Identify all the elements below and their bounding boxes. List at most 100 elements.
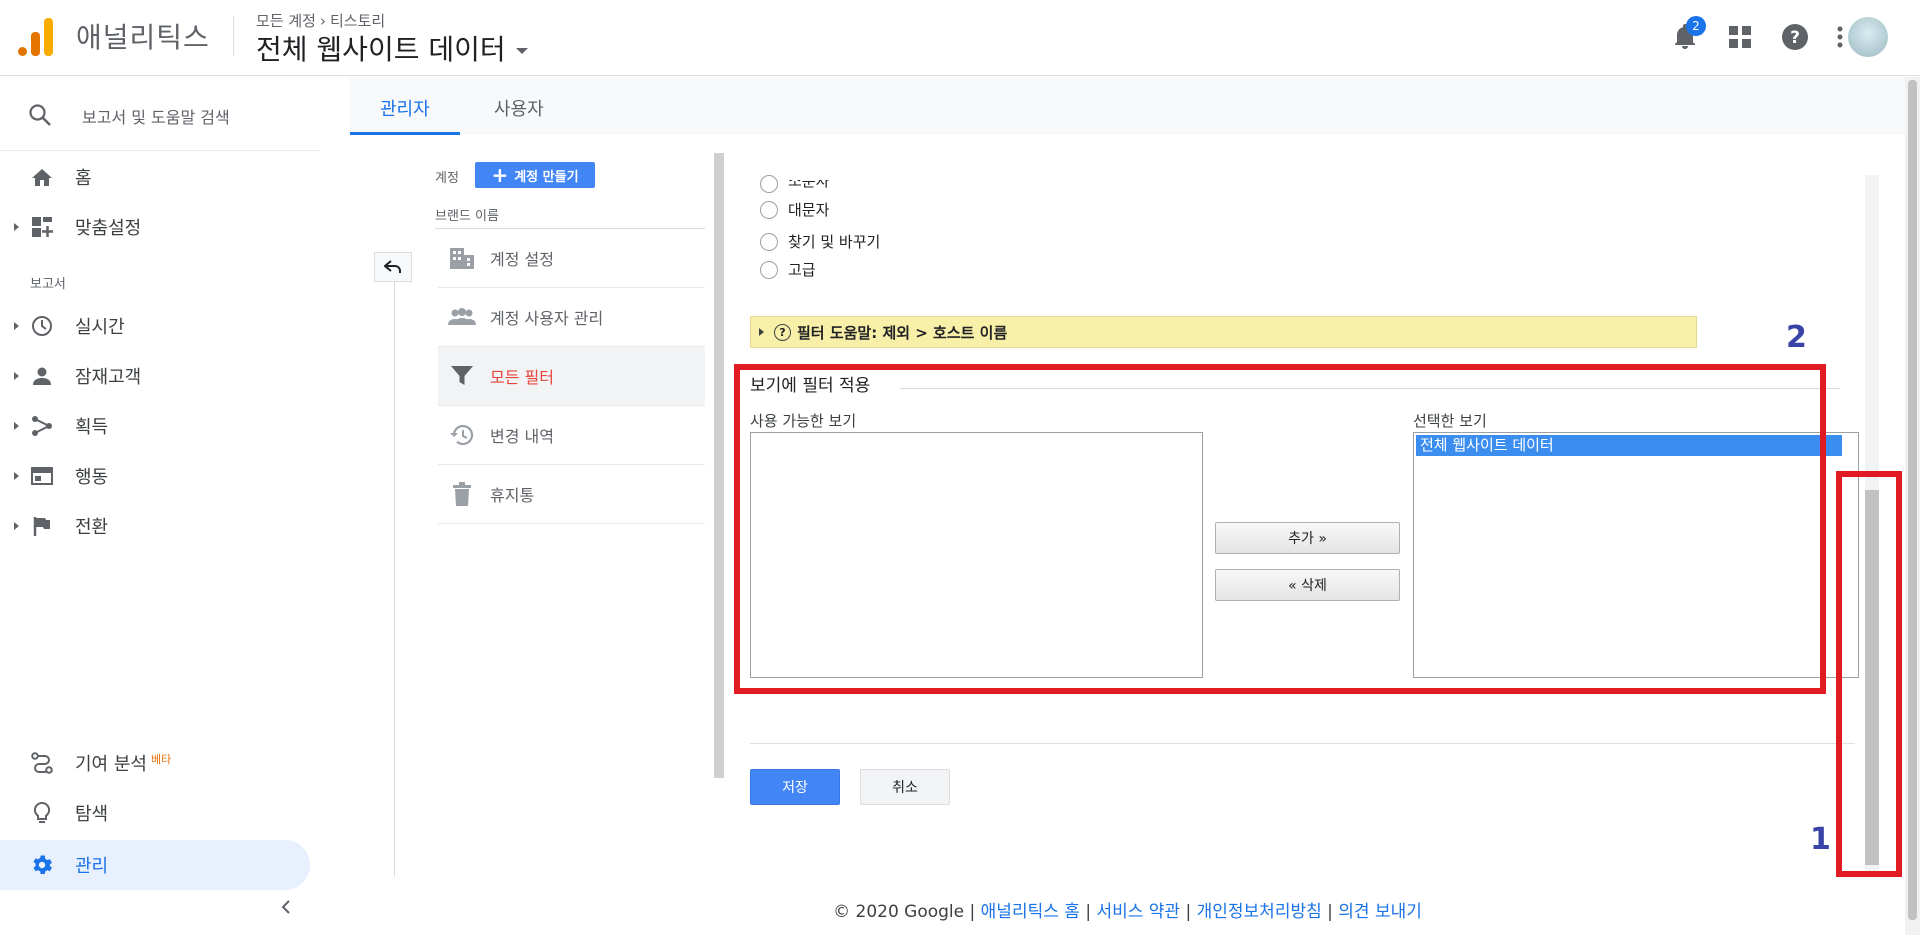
sidebar-item-label: 실시간 <box>75 317 125 338</box>
sidebar-item-discover[interactable]: 탐색 <box>0 788 310 838</box>
sidebar-item-label: 맞춤설정 <box>75 218 142 239</box>
radio-advanced[interactable]: 고급 <box>760 259 816 280</box>
search-label: 보고서 및 도움말 검색 <box>82 108 230 127</box>
radio-button[interactable] <box>760 200 778 219</box>
menu-item-label: 계정 사용자 관리 <box>490 309 604 328</box>
annotation-number-2: 2 <box>1786 320 1807 355</box>
menu-trash[interactable]: 휴지통 <box>438 465 705 524</box>
annotation-number-1: 1 <box>1810 822 1831 857</box>
question-icon: ? <box>774 323 791 341</box>
filter-icon <box>448 362 476 390</box>
sidebar-item-behavior[interactable]: 행동 <box>0 451 310 501</box>
footer-link-privacy[interactable]: 개인정보처리방침 <box>1197 902 1322 922</box>
tab-admin[interactable]: 관리자 <box>350 77 460 135</box>
expand-arrow-icon <box>14 472 19 480</box>
notification-badge: 2 <box>1686 16 1706 36</box>
expand-arrow-icon <box>14 422 19 430</box>
radio-button[interactable] <box>760 260 778 279</box>
create-account-button[interactable]: + 계정 만들기 <box>475 162 595 188</box>
reports-section-label: 보고서 <box>30 277 66 292</box>
tree-line <box>394 282 395 877</box>
svg-text:?: ? <box>1790 28 1800 48</box>
radio-button[interactable] <box>760 175 778 193</box>
tab-user[interactable]: 사용자 <box>464 77 574 135</box>
annotation-box-1 <box>1836 471 1902 877</box>
back-button[interactable] <box>374 252 412 282</box>
person-icon <box>30 364 54 388</box>
view-selector[interactable]: 전체 웹사이트 데이터 <box>256 28 528 68</box>
sidebar-item-home[interactable]: 홈 <box>0 152 310 202</box>
back-arrow-icon <box>384 260 401 273</box>
help-button[interactable]: ? <box>1780 22 1810 52</box>
notifications-button[interactable]: 2 <box>1670 16 1706 52</box>
form-divider <box>750 743 1855 744</box>
app-name: 애널리틱스 <box>76 21 210 54</box>
cancel-button[interactable]: 취소 <box>860 769 950 805</box>
radio-uppercase[interactable]: 대문자 <box>760 199 829 220</box>
sidebar-search[interactable]: 보고서 및 도움말 검색 <box>0 77 320 151</box>
radio-label: 대문자 <box>788 201 830 219</box>
radio-find-replace[interactable]: 찾기 및 바꾸기 <box>760 231 880 252</box>
help-icon: ? <box>1782 24 1808 50</box>
expand-arrow-icon <box>14 522 19 530</box>
gear-icon <box>30 853 54 877</box>
trash-icon <box>448 480 476 508</box>
lightbulb-icon <box>30 801 54 825</box>
page-scrollbar-thumb[interactable] <box>1908 80 1917 920</box>
filter-help-text: 필터 도움말: 제외 > 호스트 이름 <box>797 323 1008 342</box>
apps-button[interactable] <box>1725 22 1755 52</box>
menu-item-label: 휴지통 <box>490 486 535 505</box>
plus-icon: + <box>491 163 509 187</box>
acquisition-icon <box>30 414 54 438</box>
sidebar-item-label: 잠재고객 <box>75 367 142 388</box>
sidebar-item-label: 탐색 <box>75 804 109 825</box>
footer-link-home[interactable]: 애널리틱스 홈 <box>981 902 1080 922</box>
copyright: © 2020 Google <box>833 902 965 922</box>
sidebar-item-attribution[interactable]: 기여 분석 베타 <box>0 738 310 788</box>
sidebar-item-label: 기여 분석 베타 <box>75 753 172 775</box>
sidebar-item-acquisition[interactable]: 획득 <box>0 401 310 451</box>
menu-item-label: 변경 내역 <box>490 427 554 446</box>
analytics-logo-icon[interactable] <box>18 18 54 56</box>
building-icon <box>448 244 476 272</box>
footer-separator: | <box>1327 902 1333 922</box>
menu-item-label: 계정 설정 <box>490 250 554 269</box>
radio-lowercase[interactable]: 소문자 <box>760 175 829 193</box>
footer-link-feedback[interactable]: 의견 보내기 <box>1338 902 1422 922</box>
sidebar-item-label: 획득 <box>75 417 109 438</box>
menu-all-filters[interactable]: 모든 필터 <box>438 347 705 406</box>
expand-arrow-icon <box>759 328 764 336</box>
footer-link-terms[interactable]: 서비스 약관 <box>1096 902 1180 922</box>
menu-item-label: 모든 필터 <box>490 368 554 387</box>
sidebar: 보고서 및 도움말 검색 홈 맞춤설정 보고서 실시간 잠재고객 획득 행동 전… <box>0 77 320 935</box>
people-icon <box>448 303 476 331</box>
save-button[interactable]: 저장 <box>750 769 840 805</box>
chevron-left-icon <box>281 900 290 914</box>
history-icon <box>448 421 476 449</box>
sidebar-item-audience[interactable]: 잠재고객 <box>0 351 310 401</box>
filter-help-bar[interactable]: ? 필터 도움말: 제외 > 호스트 이름 <box>750 316 1697 348</box>
radio-button[interactable] <box>760 232 778 251</box>
top-header: 애널리틱스 모든 계정 › 티스토리 전체 웹사이트 데이터 2 ? <box>0 0 1920 76</box>
attribution-icon <box>30 751 54 775</box>
sidebar-item-label: 전환 <box>75 517 109 538</box>
sidebar-item-realtime[interactable]: 실시간 <box>0 301 310 351</box>
flag-icon <box>30 514 54 538</box>
menu-account-settings[interactable]: 계정 설정 <box>438 229 705 288</box>
collapse-sidebar-button[interactable] <box>280 899 292 919</box>
account-avatar[interactable] <box>1848 17 1888 57</box>
sidebar-item-conversions[interactable]: 전환 <box>0 501 310 551</box>
apps-grid-icon <box>1729 26 1751 48</box>
sidebar-item-label: 행동 <box>75 467 109 488</box>
search-icon <box>29 104 51 126</box>
beta-badge: 베타 <box>150 753 172 766</box>
sidebar-item-customization[interactable]: 맞춤설정 <box>0 202 310 252</box>
home-icon <box>30 165 54 189</box>
menu-change-history[interactable]: 변경 내역 <box>438 406 705 465</box>
sidebar-item-admin[interactable]: 관리 <box>0 840 310 890</box>
view-title: 전체 웹사이트 데이터 <box>256 33 506 66</box>
menu-account-user-management[interactable]: 계정 사용자 관리 <box>438 288 705 347</box>
radio-label: 찾기 및 바꾸기 <box>788 233 881 251</box>
account-column-scrollbar[interactable] <box>714 153 724 778</box>
sidebar-item-label: 홈 <box>75 168 92 189</box>
